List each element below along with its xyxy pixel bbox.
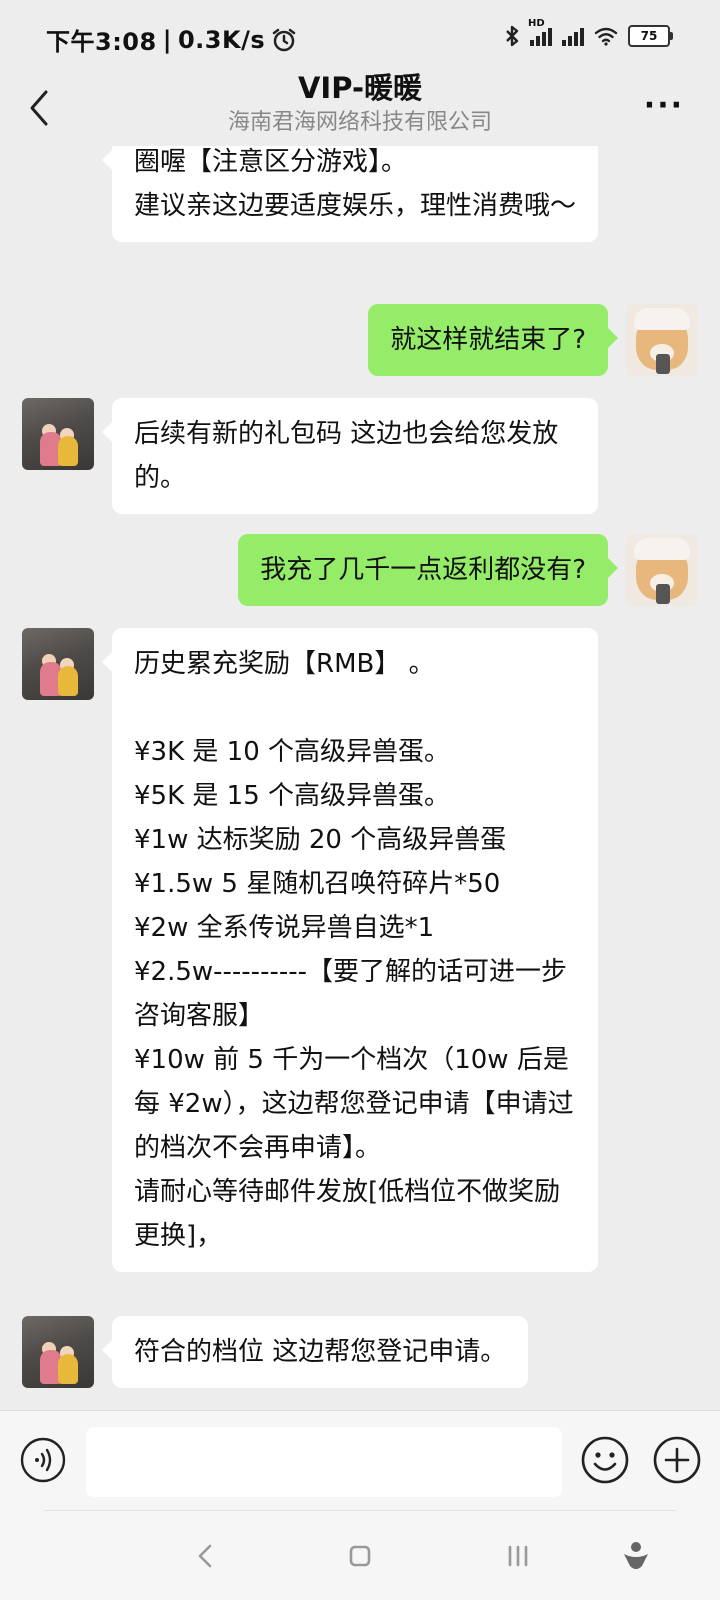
battery-level: 75	[640, 29, 658, 43]
hd-label: HD	[528, 18, 545, 29]
system-nav-bar	[0, 1510, 720, 1600]
input-bar	[0, 1410, 720, 1511]
avatar[interactable]	[626, 534, 698, 606]
nav-assistant-icon[interactable]	[616, 1536, 656, 1576]
wifi-icon	[594, 27, 618, 46]
alarm-icon	[272, 28, 296, 51]
net-speed: 0.3K/s	[177, 25, 266, 54]
nav-back-icon[interactable]	[186, 1536, 226, 1576]
divider	[44, 1510, 676, 1511]
nav-home-icon[interactable]	[340, 1536, 380, 1576]
chat-header: VIP-暖暖 海南君海网络科技有限公司 ···	[0, 70, 720, 146]
avatar[interactable]	[626, 304, 698, 376]
message-bubble-other[interactable]: 后续有新的礼包码 这边也会给您发放的。	[102, 398, 598, 514]
message-input[interactable]	[86, 1427, 562, 1497]
chat-title: VIP-暖暖	[297, 71, 422, 105]
signal-icon	[562, 26, 584, 46]
avatar[interactable]	[22, 398, 94, 470]
status-right: HD 75	[504, 18, 673, 48]
avatar[interactable]	[22, 628, 94, 700]
message-bubble-other[interactable]: 圈喔【注意区分游戏】。 建议亲这边要适度娱乐，理性消费哦～	[102, 146, 598, 242]
message-bubble-me[interactable]: 我充了几千一点返利都没有?	[238, 534, 618, 606]
message-bubble-other[interactable]: 历史累充奖励【RMB】 。 ¥3K 是 10 个高级异兽蛋。 ¥5K 是 15 …	[102, 628, 598, 1272]
status-bar: 下午3:08 | 0.3K/s HD 75	[0, 0, 720, 70]
chat-subtitle: 海南君海网络科技有限公司	[227, 110, 492, 135]
chat-area[interactable]: 圈喔【注意区分游戏】。 建议亲这边要适度娱乐，理性消费哦～ 就这样就结束了? 后…	[0, 146, 720, 1410]
signal-icon-hd: HD	[528, 18, 552, 46]
status-time: 下午3:08	[46, 28, 157, 56]
bluetooth-icon	[506, 25, 519, 47]
title-block: VIP-暖暖 海南君海网络科技有限公司	[0, 70, 720, 138]
avatar[interactable]	[22, 1316, 94, 1388]
plus-icon[interactable]	[652, 1435, 702, 1485]
status-separator: |	[162, 25, 172, 54]
status-left: 下午3:08 | 0.3K/s	[46, 22, 297, 57]
voice-icon[interactable]	[20, 1437, 66, 1483]
more-icon[interactable]: ···	[644, 91, 684, 121]
battery-icon: 75	[628, 25, 673, 47]
nav-recent-icon[interactable]	[498, 1536, 538, 1576]
emoji-icon[interactable]	[580, 1435, 630, 1485]
message-bubble-other[interactable]: 符合的档位 这边帮您登记申请。	[101, 1316, 529, 1388]
message-bubble-me[interactable]: 就这样就结束了?	[368, 304, 618, 376]
